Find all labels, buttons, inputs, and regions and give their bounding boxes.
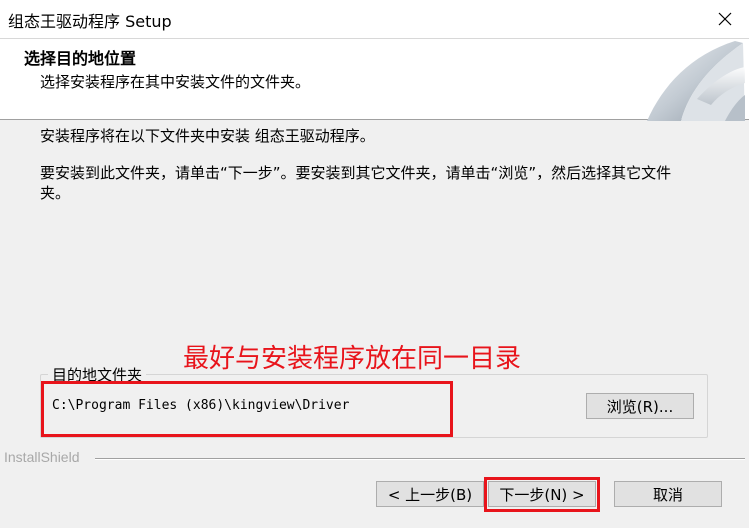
header-title: 选择目的地位置 (24, 49, 137, 68)
next-highlight-box (484, 477, 600, 512)
window-title: 组态王驱动程序 Setup (8, 12, 172, 31)
wizard-header: 选择目的地位置 选择安装程序在其中安装文件的文件夹。 (0, 38, 749, 121)
install-location-text: 安装程序将在以下文件夹中安装 组态王驱动程序。 (40, 127, 375, 145)
browse-button[interactable]: 浏览(R)... (586, 393, 694, 419)
path-highlight-box (41, 381, 453, 437)
title-bar: 组态王驱动程序 Setup (0, 0, 749, 38)
footer-divider (95, 458, 745, 460)
installshield-brand: InstallShield (4, 449, 80, 465)
instruction-text: 要安装到此文件夹，请单击“下一步”。要安装到其它文件夹，请单击“浏览”，然后选择… (40, 164, 672, 202)
close-button[interactable] (701, 0, 749, 38)
page-curl-graphic (647, 41, 745, 121)
close-icon (718, 12, 732, 26)
cancel-button[interactable]: 取消 (614, 481, 722, 507)
header-subtitle: 选择安装程序在其中安装文件的文件夹。 (40, 73, 311, 91)
back-button[interactable]: < 上一步(B) (376, 481, 484, 507)
red-annotation-text: 最好与安装程序放在同一目录 (183, 344, 522, 374)
